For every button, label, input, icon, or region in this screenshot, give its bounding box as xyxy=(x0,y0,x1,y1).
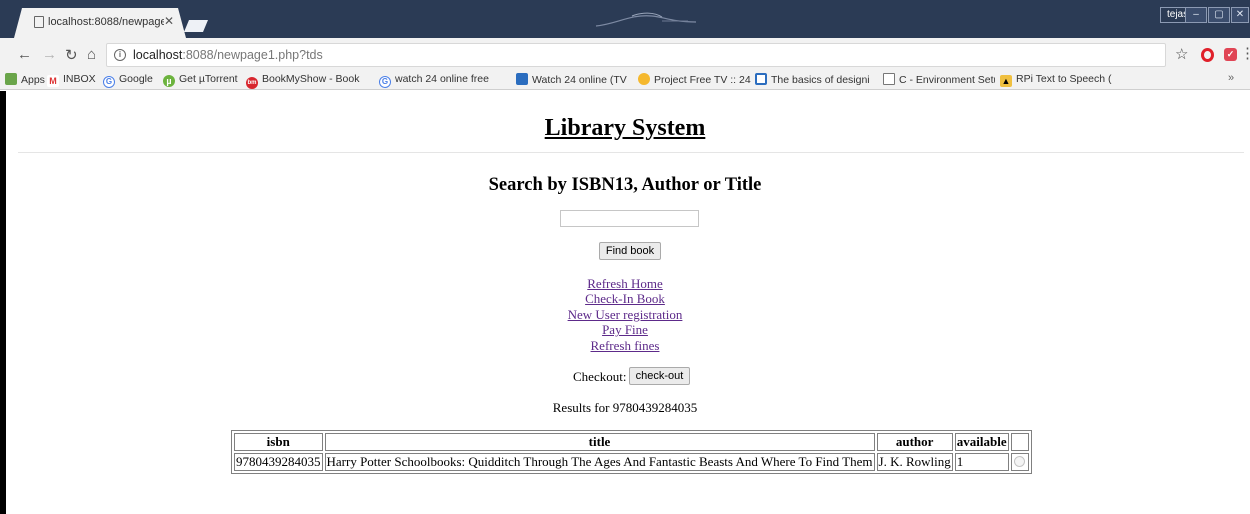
column-header-isbn: isbn xyxy=(234,433,323,451)
page-content: Library System Search by ISBN13, Author … xyxy=(0,91,1250,514)
results-table: isbn title author available 978043928403… xyxy=(231,430,1032,474)
browser-titlebar: localhost:8088/newpage ✕ tejas – ▢ ✕ xyxy=(0,0,1250,38)
bookmark-label: watch 24 online free xyxy=(395,73,489,85)
back-icon[interactable]: ← xyxy=(17,46,32,63)
results-text: Results for 9780439284035 xyxy=(552,400,698,415)
column-header-select xyxy=(1010,433,1029,451)
checkout-label: Checkout: xyxy=(573,369,627,384)
utorrent-icon: µ xyxy=(163,75,175,87)
bookmark-star-icon[interactable]: ☆ xyxy=(1175,45,1188,63)
bookmark-label: Watch 24 online (TV xyxy=(532,74,627,86)
bookmark-utorrent[interactable]: µ Get µTorrent xyxy=(163,73,238,87)
url-host: localhost xyxy=(133,48,183,62)
bookmark-watch24[interactable]: Gwatch 24 online free xyxy=(379,73,501,88)
bookmark-label: Get µTorrent xyxy=(179,73,238,85)
column-header-available: available xyxy=(954,433,1009,451)
url-path: :8088/newpage1.php?tds xyxy=(182,48,323,62)
cell-isbn: 9780439284035 xyxy=(234,453,323,471)
new-user-registration-link[interactable]: New User registration xyxy=(0,307,1250,322)
home-icon[interactable]: ⌂ xyxy=(87,46,96,63)
bookmarks-bar: Apps M INBOX G Google µ Get µTorrent bm Book… xyxy=(0,72,1250,90)
bookmark-label: BookMyShow - Book xyxy=(262,73,360,85)
cell-title: Harry Potter Schoolbooks: Quidditch Thro… xyxy=(324,453,875,471)
table-header-row: isbn title author available xyxy=(234,433,1029,451)
url-text: localhost:8088/newpage1.php?tds xyxy=(133,48,323,62)
bookmark-google[interactable]: G Google xyxy=(103,73,153,88)
search-heading: Search by ISBN13, Author or Title xyxy=(488,175,762,195)
pay-fine-link[interactable]: Pay Fine xyxy=(0,322,1250,337)
tab-title: localhost:8088/newpage xyxy=(48,16,164,28)
find-book-button[interactable]: Find book xyxy=(599,242,661,260)
apps-icon xyxy=(5,73,17,85)
pocket-extension-icon[interactable]: ✓ xyxy=(1224,48,1237,61)
address-bar[interactable]: i localhost:8088/newpage1.php?tds xyxy=(106,43,1166,67)
nav-links: Refresh Home Check-In Book New User regi… xyxy=(0,276,1250,353)
bookmark-label: Google xyxy=(119,73,153,85)
bookmark-c-environment[interactable]: C - Environment Setu xyxy=(883,73,995,86)
refresh-fines-link[interactable]: Refresh fines xyxy=(0,338,1250,353)
linux-icon: ▲ xyxy=(1000,75,1012,87)
reload-icon[interactable]: ↻ xyxy=(65,46,78,64)
info-icon[interactable]: i xyxy=(114,49,126,61)
check-in-book-link[interactable]: Check-In Book xyxy=(0,291,1250,306)
browser-menu-icon[interactable]: ⋮ xyxy=(1240,44,1250,62)
page-icon xyxy=(883,73,895,85)
more-bookmarks-icon[interactable]: » xyxy=(1228,72,1234,84)
bookmark-apps[interactable]: Apps xyxy=(5,73,45,86)
close-tab-icon[interactable]: ✕ xyxy=(164,14,174,28)
bookmark-label: Apps xyxy=(21,74,45,86)
bookmark-rpi-tts[interactable]: ▲ RPi Text to Speech (S xyxy=(1000,73,1112,87)
close-window-icon[interactable]: ✕ xyxy=(1231,7,1249,23)
site-icon xyxy=(755,73,767,85)
search-input[interactable] xyxy=(560,210,699,227)
column-header-title: title xyxy=(324,433,875,451)
select-book-radio[interactable] xyxy=(1014,456,1026,467)
cell-select xyxy=(1010,453,1029,471)
column-header-author: author xyxy=(876,433,953,451)
minimize-icon[interactable]: – xyxy=(1185,7,1207,23)
bookmark-projectfreetv[interactable]: Project Free TV :: 24 xyxy=(638,73,752,86)
cell-author: J. K. Rowling xyxy=(876,453,953,471)
car-logo-icon xyxy=(595,12,697,27)
site-icon xyxy=(516,73,528,85)
bookmyshow-icon: bm xyxy=(246,77,258,89)
maximize-icon[interactable]: ▢ xyxy=(1208,7,1230,23)
bookmark-label: RPi Text to Speech (S xyxy=(1016,73,1112,85)
table-row: 9780439284035 Harry Potter Schoolbooks: … xyxy=(234,453,1029,471)
gmail-icon: M xyxy=(47,75,59,87)
bookmark-label: INBOX xyxy=(63,73,96,85)
bookmark-watch24-tv[interactable]: Watch 24 online (TV xyxy=(516,73,628,86)
google-icon: G xyxy=(379,76,391,88)
page-icon xyxy=(34,16,44,28)
bookmark-label: The basics of designi xyxy=(771,74,870,86)
divider xyxy=(18,152,1244,153)
cell-available: 1 xyxy=(954,453,1009,471)
refresh-home-link[interactable]: Refresh Home xyxy=(0,276,1250,291)
bookmark-label: Project Free TV :: 24 xyxy=(654,74,751,86)
bookmark-label: C - Environment Setu xyxy=(899,74,995,86)
browser-toolbar: ← → ↻ ⌂ i localhost:8088/newpage1.php?td… xyxy=(0,38,1250,72)
check-out-button[interactable]: check-out xyxy=(629,367,690,385)
project-free-tv-icon xyxy=(638,73,650,85)
opera-extension-icon[interactable] xyxy=(1201,48,1214,62)
bookmark-basics-design[interactable]: The basics of designi xyxy=(755,73,877,86)
bookmark-bookmyshow[interactable]: bm BookMyShow - Book xyxy=(246,73,372,89)
page-title: Library System xyxy=(544,115,706,141)
bookmark-inbox[interactable]: M INBOX xyxy=(47,73,96,87)
google-icon: G xyxy=(103,76,115,88)
forward-icon[interactable]: → xyxy=(42,46,57,63)
new-tab-button[interactable] xyxy=(184,20,208,32)
